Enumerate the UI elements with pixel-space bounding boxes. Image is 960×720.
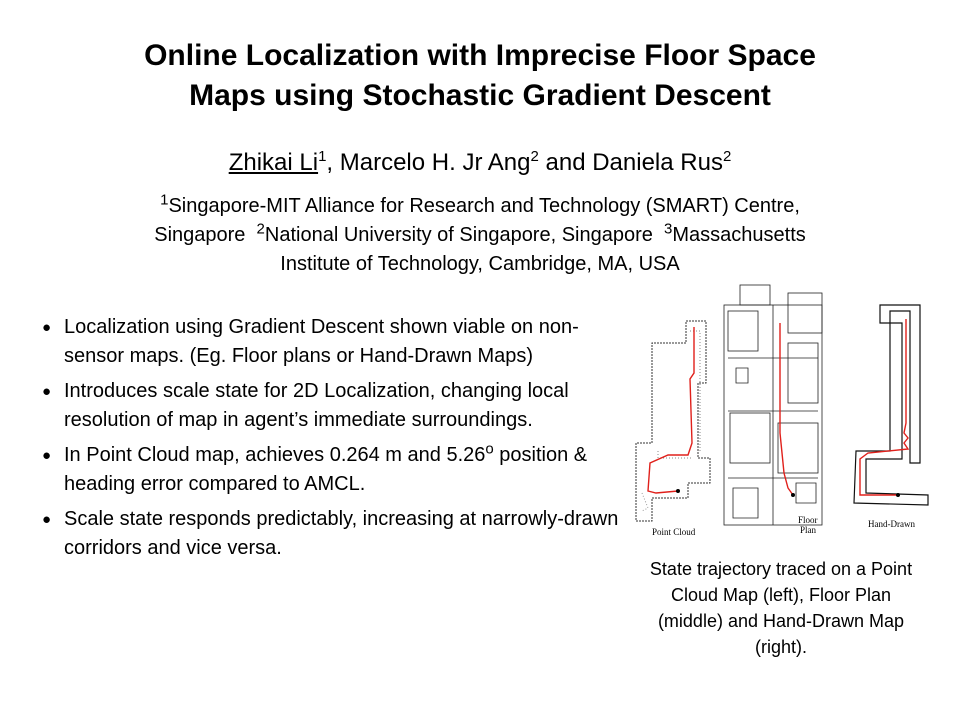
point-cloud-map	[635, 320, 711, 522]
affiliation-line-3: Institute of Technology, Cambridge, MA, …	[280, 253, 680, 275]
floor-plan-label-1: Floor	[798, 515, 818, 525]
affiliations: 1Singapore-MIT Alliance for Research and…	[30, 192, 930, 279]
title-line-1: Online Localization with Imprecise Floor…	[144, 39, 816, 72]
floor-plan-map	[723, 284, 823, 526]
key-point: ● Localization using Gradient Descent sho…	[40, 313, 630, 371]
affiliation-2-marker: 2	[256, 220, 265, 238]
key-points-list: ● Localization using Gradient Descent sho…	[40, 313, 630, 569]
floor-plan-label-2: Plan	[800, 525, 817, 535]
key-point-text: In Point Cloud map, achieves 0.264 m and…	[64, 444, 486, 466]
author-3-name: and Daniela Rus	[538, 149, 723, 176]
affiliation-2-text: National University of Singapore, Singap…	[264, 224, 665, 246]
point-cloud-label: Point Cloud	[652, 527, 696, 537]
trajectory-maps-figure: Point Cloud Floor Plan Hand-Drawn	[635, 284, 929, 537]
bullet-icon: ●	[42, 383, 52, 400]
poster-title: Online Localization with Imprecise Floor…	[0, 36, 960, 116]
key-point-text: Introduces scale state for 2D Localizati…	[64, 380, 569, 431]
hand-drawn-map	[853, 304, 929, 506]
author-list: Zhikai Li1, Marcelo H. Jr Ang2 and Danie…	[0, 148, 960, 178]
affiliation-line-1: 1Singapore-MIT Alliance for Research and…	[30, 192, 930, 221]
title-line-2: Maps using Stochastic Gradient Descent	[189, 79, 771, 112]
bullet-icon: ●	[42, 511, 52, 528]
key-point-text: Localization using Gradient Descent show…	[64, 316, 579, 367]
affiliation-1-text: Singapore-MIT Alliance for Research and …	[168, 195, 800, 217]
author-1-name: Zhikai Li	[228, 149, 319, 176]
affiliation-1-country: Singapore	[154, 224, 257, 246]
key-point-text: Scale state responds predictably, increa…	[64, 508, 619, 559]
author-2-affil: 2	[530, 148, 539, 165]
key-point: ● Introduces scale state for 2D Localizat…	[40, 377, 630, 435]
figure-caption: State trajectory traced on a Point Cloud…	[649, 559, 913, 657]
key-point: ● In Point Cloud map, achieves 0.264 m an…	[40, 441, 630, 499]
key-point: ● Scale state responds predictably, incre…	[40, 505, 630, 563]
affiliation-line-2: Singapore 2National University of Singap…	[30, 221, 930, 250]
hand-drawn-label: Hand-Drawn	[868, 519, 915, 529]
affiliation-3-text: Massachusetts	[672, 224, 806, 246]
author-2-name: , Marcelo H. Jr Ang	[326, 149, 531, 176]
author-3-affil: 2	[722, 148, 732, 165]
bullet-icon: ●	[42, 447, 52, 464]
degree-marker: o	[485, 440, 494, 458]
bullet-icon: ●	[42, 319, 52, 336]
